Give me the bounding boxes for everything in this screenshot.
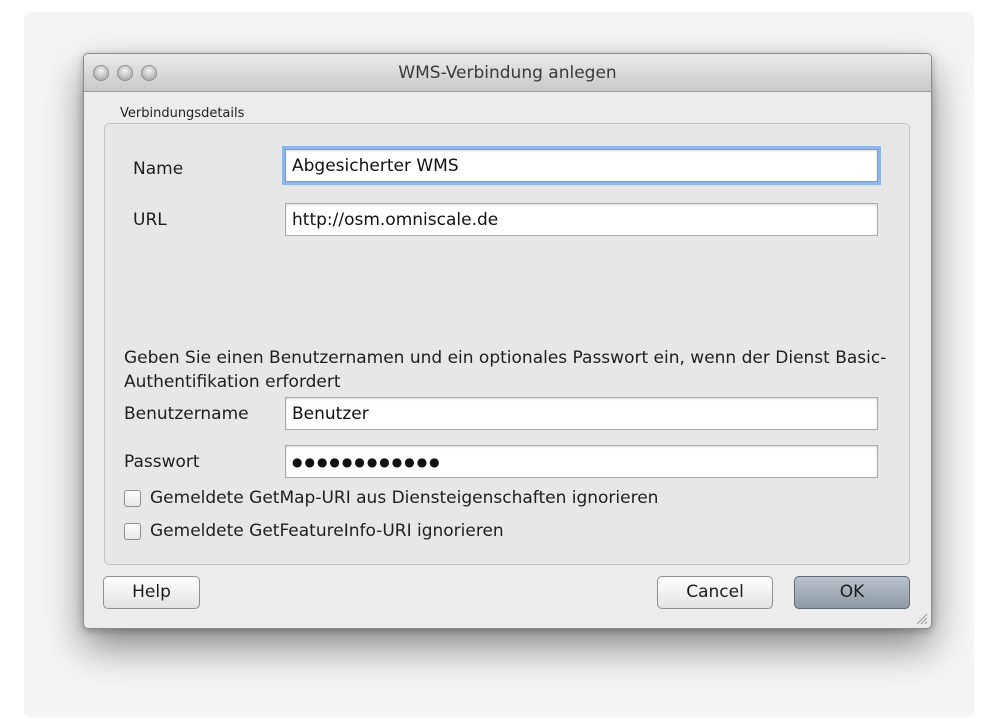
- url-input[interactable]: http://osm.omniscale.de: [285, 203, 878, 236]
- cancel-button[interactable]: Cancel: [657, 576, 773, 609]
- resize-grip-icon[interactable]: [914, 611, 928, 625]
- name-label: Name: [133, 159, 184, 179]
- password-label: Passwort: [124, 452, 200, 472]
- connection-details-group-label: Verbindungsdetails: [120, 106, 245, 121]
- wms-connection-dialog: WMS-Verbindung anlegen Verbindungsdetail…: [83, 53, 932, 629]
- authentication-info-text: Geben Sie einen Benutzernamen und ein op…: [124, 348, 887, 392]
- url-label: URL: [133, 210, 167, 230]
- name-input[interactable]: Abgesicherter WMS: [285, 149, 878, 182]
- window-title: WMS-Verbindung anlegen: [398, 63, 617, 83]
- ignore-getfeatureinfo-uri-option[interactable]: Gemeldete GetFeatureInfo-URI ignorieren: [124, 521, 844, 543]
- ignore-getmap-uri-label[interactable]: Gemeldete GetMap-URI aus Diensteigenscha…: [150, 488, 658, 508]
- ignore-getfeatureinfo-uri-checkbox[interactable]: [124, 523, 141, 540]
- ignore-getmap-uri-checkbox[interactable]: [124, 490, 141, 507]
- username-label: Benutzername: [124, 404, 249, 424]
- ignore-getmap-uri-option[interactable]: Gemeldete GetMap-URI aus Diensteigenscha…: [124, 488, 844, 510]
- help-button[interactable]: Help: [103, 576, 200, 609]
- password-input[interactable]: ●●●●●●●●●●●●: [285, 445, 878, 478]
- title-bar[interactable]: WMS-Verbindung anlegen: [84, 54, 931, 92]
- ok-button[interactable]: OK: [794, 576, 910, 609]
- username-input[interactable]: Benutzer: [285, 397, 878, 430]
- ignore-getfeatureinfo-uri-label[interactable]: Gemeldete GetFeatureInfo-URI ignorieren: [150, 521, 504, 541]
